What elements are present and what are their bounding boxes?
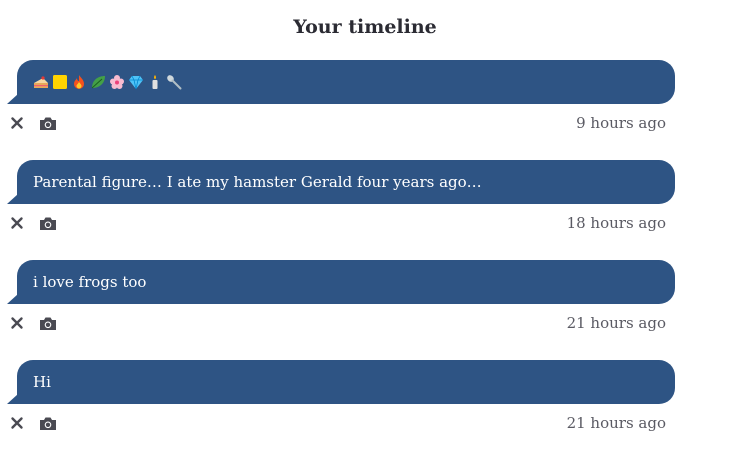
camera-icon[interactable] [39, 315, 57, 331]
entry-actions [9, 413, 57, 433]
timestamp: 21 hours ago [566, 314, 666, 332]
timeline-entry: i love frogs too 21 hours ago [0, 260, 734, 340]
message-bubble [17, 60, 675, 104]
fire-icon [71, 74, 87, 90]
emoji-message [33, 74, 182, 90]
close-icon[interactable] [9, 315, 25, 331]
timeline-entry: 9 hours ago [0, 60, 734, 140]
timestamp: 18 hours ago [566, 214, 666, 232]
entry-actions [9, 213, 57, 233]
message-bubble: Hi [17, 360, 675, 404]
spoon-icon [166, 74, 182, 90]
timestamp: 21 hours ago [566, 414, 666, 432]
timeline-entry: Parental figure… I ate my hamster Gerald… [0, 160, 734, 240]
timeline-entry: Hi 21 hours ago [0, 360, 734, 440]
message-text: Hi [33, 373, 51, 391]
camera-icon[interactable] [39, 115, 57, 131]
camera-icon[interactable] [39, 215, 57, 231]
cake-icon [33, 74, 49, 90]
candle-icon [147, 74, 163, 90]
message-text: i love frogs too [33, 273, 147, 291]
message-bubble: i love frogs too [17, 260, 675, 304]
leaf-icon [90, 74, 106, 90]
page-title: Your timeline [293, 16, 437, 38]
close-icon[interactable] [9, 115, 25, 131]
message-text: Parental figure… I ate my hamster Gerald… [33, 173, 482, 191]
flower-icon [109, 74, 125, 90]
message-bubble: Parental figure… I ate my hamster Gerald… [17, 160, 675, 204]
gem-icon [128, 74, 144, 90]
close-icon[interactable] [9, 215, 25, 231]
camera-icon[interactable] [39, 415, 57, 431]
close-icon[interactable] [9, 415, 25, 431]
entry-actions [9, 313, 57, 333]
timestamp: 9 hours ago [576, 114, 666, 132]
yellow-square-icon [52, 74, 68, 90]
entry-actions [9, 113, 57, 133]
